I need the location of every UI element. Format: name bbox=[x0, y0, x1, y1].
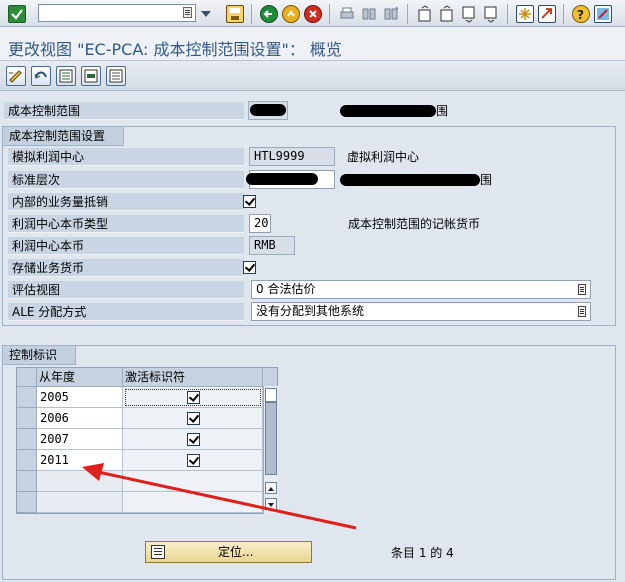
table-cell-year[interactable]: 2006 bbox=[37, 408, 123, 429]
row-selector[interactable] bbox=[17, 450, 37, 471]
currency-type-label: 利润中心本币类型 bbox=[8, 215, 244, 233]
undo-icon[interactable] bbox=[31, 66, 51, 86]
table-cell-active[interactable] bbox=[123, 471, 263, 492]
valuation-view-value: 0 合法估价 bbox=[256, 282, 316, 296]
table-cell-year[interactable]: 2007 bbox=[37, 429, 123, 450]
dummy-profit-center-field: HTL9999 bbox=[249, 147, 335, 166]
position-button[interactable]: 定位... bbox=[145, 541, 312, 563]
internal-elimination-checkbox[interactable] bbox=[243, 195, 256, 208]
position-icon bbox=[151, 545, 165, 559]
ale-distribution-value: 没有分配到其他系统 bbox=[256, 304, 365, 318]
print-icon[interactable] bbox=[338, 5, 356, 23]
currency-type-field[interactable]: 20 bbox=[249, 214, 271, 233]
dropdown-list-icon[interactable] bbox=[578, 284, 586, 295]
system-toolbar: ? bbox=[0, 0, 625, 27]
table-cell-active[interactable] bbox=[123, 387, 263, 408]
customize-layout-icon[interactable] bbox=[594, 5, 612, 23]
cancel-icon[interactable] bbox=[304, 5, 322, 23]
dropdown-arrow-icon[interactable] bbox=[201, 8, 211, 18]
redaction-mark bbox=[250, 104, 286, 116]
column-header-active-indicator[interactable]: 激活标识符 bbox=[123, 368, 263, 387]
row-selector[interactable] bbox=[17, 387, 37, 408]
table-cell-active[interactable] bbox=[123, 450, 263, 471]
scroll-down-icon[interactable] bbox=[265, 498, 277, 510]
store-transaction-currency-checkbox[interactable] bbox=[243, 261, 256, 274]
active-checkbox[interactable] bbox=[187, 454, 200, 467]
active-checkbox[interactable] bbox=[187, 412, 200, 425]
first-page-icon[interactable] bbox=[416, 5, 434, 23]
entry-counter: 条目 1 的 4 bbox=[391, 546, 454, 560]
deselect-all-icon[interactable] bbox=[106, 66, 126, 86]
pc-local-currency-field: RMB bbox=[249, 236, 295, 255]
co-area-label: 成本控制范围 bbox=[4, 102, 244, 120]
row-selector[interactable] bbox=[17, 429, 37, 450]
active-checkbox[interactable] bbox=[187, 433, 200, 446]
pc-local-currency-label: 利润中心本币 bbox=[8, 237, 244, 255]
ale-distribution-select[interactable]: 没有分配到其他系统 bbox=[251, 302, 591, 321]
table-cell-active[interactable] bbox=[123, 429, 263, 450]
control-indicators-table: 从年度 激活标识符 2005 2006 2007 2011 bbox=[16, 367, 278, 514]
valuation-view-label: 评估视图 bbox=[8, 281, 244, 299]
row-selector[interactable] bbox=[17, 492, 37, 513]
table-cell-year[interactable] bbox=[37, 471, 123, 492]
column-header-from-year[interactable]: 从年度 bbox=[37, 368, 123, 387]
internal-elimination-label: 内部的业务量抵销 bbox=[8, 193, 244, 211]
display-change-icon[interactable] bbox=[6, 66, 26, 86]
active-checkbox[interactable] bbox=[187, 391, 200, 404]
scroll-up-icon[interactable] bbox=[265, 482, 277, 494]
group-title: 成本控制范围设置 bbox=[3, 127, 125, 146]
find-next-icon[interactable] bbox=[382, 5, 400, 23]
ale-distribution-label: ALE 分配方式 bbox=[8, 303, 244, 321]
group-title: 控制标识 bbox=[3, 346, 77, 365]
dummy-profit-center-label: 模拟利润中心 bbox=[8, 148, 244, 166]
valuation-view-select[interactable]: 0 合法估价 bbox=[251, 280, 591, 299]
scrollbar-thumb[interactable] bbox=[265, 402, 277, 475]
co-area-description: 围 bbox=[340, 102, 448, 120]
shortcut-icon[interactable] bbox=[538, 5, 556, 23]
table-cell-active[interactable] bbox=[123, 492, 263, 513]
store-transaction-currency-label: 存储业务货币 bbox=[8, 259, 244, 277]
exit-icon[interactable] bbox=[282, 5, 300, 23]
application-toolbar bbox=[0, 61, 625, 91]
scroll-top-icon[interactable] bbox=[265, 388, 277, 402]
save-icon[interactable] bbox=[226, 5, 244, 23]
table-vertical-scrollbar[interactable] bbox=[263, 386, 278, 514]
dropdown-list-icon[interactable] bbox=[578, 306, 586, 317]
last-page-icon[interactable] bbox=[482, 5, 500, 23]
svg-text:?: ? bbox=[577, 8, 584, 22]
table-cell-year[interactable]: 2005 bbox=[37, 387, 123, 408]
select-block-icon[interactable] bbox=[81, 66, 101, 86]
standard-hierarchy-label: 标准层次 bbox=[8, 171, 244, 189]
page-title: 更改视图 "EC-PCA: 成本控制范围设置"： 概览 bbox=[8, 40, 342, 59]
dummy-profit-center-description: 虚拟利润中心 bbox=[347, 150, 420, 164]
command-history-icon[interactable] bbox=[183, 7, 192, 18]
next-page-icon[interactable] bbox=[460, 5, 478, 23]
title-bar: 更改视图 "EC-PCA: 成本控制范围设置"： 概览 bbox=[0, 27, 625, 61]
new-session-icon[interactable] bbox=[516, 5, 534, 23]
find-icon[interactable] bbox=[360, 5, 378, 23]
table-cell-year[interactable]: 2011 bbox=[37, 450, 123, 471]
select-all-icon[interactable] bbox=[56, 66, 76, 86]
redaction-mark bbox=[246, 173, 318, 185]
table-cell-year[interactable] bbox=[37, 492, 123, 513]
column-settings-icon[interactable] bbox=[263, 368, 277, 387]
back-icon[interactable] bbox=[260, 5, 278, 23]
table-corner[interactable] bbox=[17, 368, 37, 387]
row-selector[interactable] bbox=[17, 408, 37, 429]
currency-type-description: 成本控制范围的记帐货币 bbox=[348, 217, 481, 231]
command-field[interactable] bbox=[38, 4, 196, 22]
standard-hierarchy-description: 围 bbox=[340, 171, 492, 189]
enter-check-icon[interactable] bbox=[8, 5, 26, 23]
previous-page-icon[interactable] bbox=[438, 5, 456, 23]
position-button-label: 定位... bbox=[218, 545, 254, 559]
row-selector[interactable] bbox=[17, 471, 37, 492]
help-icon[interactable]: ? bbox=[572, 5, 590, 23]
table-cell-active[interactable] bbox=[123, 408, 263, 429]
